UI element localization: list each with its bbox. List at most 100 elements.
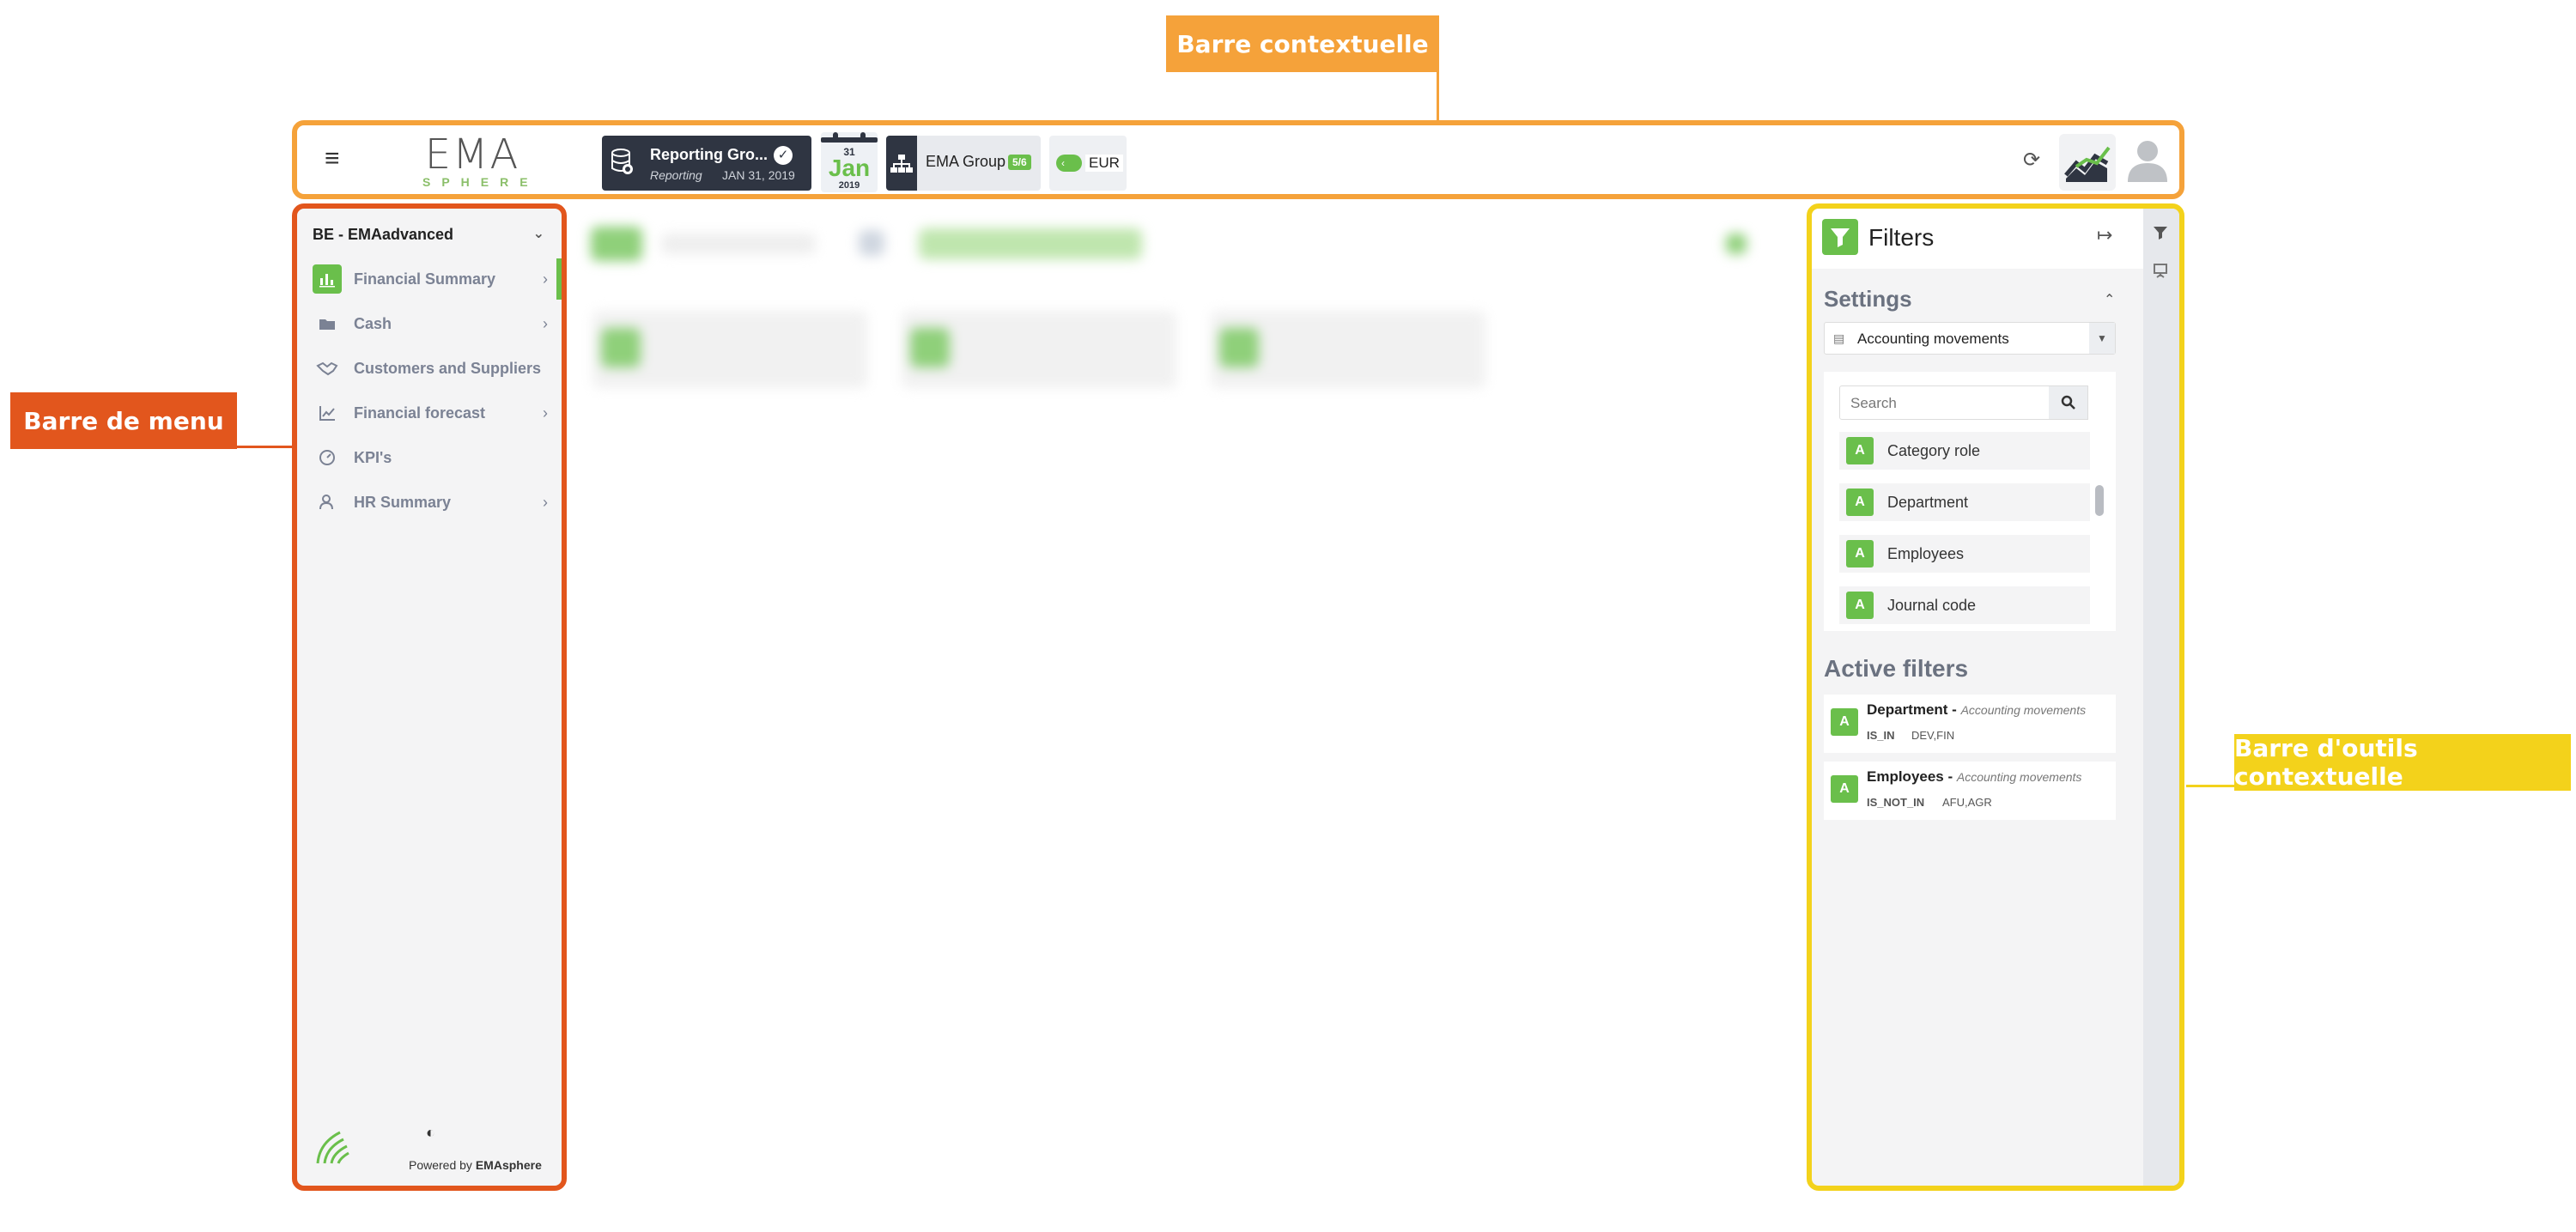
calendar-month: Jan [828, 155, 871, 181]
group-icon-box [886, 136, 917, 191]
menu-item-kpis[interactable]: KPI's [297, 437, 562, 478]
toolbar-strip [2143, 209, 2179, 1186]
gauge-icon [313, 443, 342, 472]
line-chart-icon [313, 398, 342, 428]
source-select-value: Accounting movements [1857, 331, 2009, 347]
chevron-right-icon: › [543, 314, 548, 332]
reporting-title: Reporting Gro... [650, 146, 768, 163]
currency-toggle-icon[interactable]: ‹ [1056, 155, 1082, 172]
callout-contextual-toolbar: Barre d'outils contextuelle [2234, 734, 2571, 791]
dropdown-arrow-icon: ▼ [2089, 323, 2115, 354]
company-name: BE - EMAadvanced [313, 226, 454, 243]
dimension-icon: A [1846, 592, 1874, 619]
menu-item-label: Financial forecast [354, 404, 486, 422]
dimension-icon: A [1831, 708, 1858, 736]
active-filter-name: Department - [1867, 701, 1957, 718]
source-select[interactable]: ▤ Accounting movements ▼ [1824, 322, 2116, 355]
search-icon [2061, 395, 2075, 410]
contextual-toolbar: Filters ↦ Settings ⌃ ▤ Accounting moveme… [1807, 203, 2184, 1191]
filters-title: Filters [1868, 224, 1935, 251]
menu-item-financial-forecast[interactable]: Financial forecast › [297, 392, 562, 434]
active-filter-title: Department - Accounting movements [1867, 701, 2086, 719]
dimension-item-journal-code[interactable]: A Journal code [1839, 586, 2090, 624]
search-button[interactable] [2049, 385, 2088, 420]
emasphere-logo[interactable]: EMA SPHERE [416, 134, 529, 189]
dimension-label: Department [1887, 493, 1969, 511]
date-picker[interactable]: 31 Jan 2019 [821, 132, 878, 192]
callout-menu-bar: Barre de menu [10, 392, 237, 449]
menu-item-hr-summary[interactable]: HR Summary › [297, 482, 562, 523]
menu-item-label: Customers and Suppliers [354, 359, 542, 377]
menu-bar: BE - EMAadvanced ⌄ Financial Summary › C… [292, 203, 567, 1191]
callout-connector-left [237, 446, 292, 448]
currency-label: EUR [1085, 155, 1123, 172]
hamburger-menu-icon[interactable]: ≡ [325, 144, 340, 173]
dimension-icon: A [1846, 437, 1874, 464]
logo-main-text: EMA [424, 130, 520, 179]
bar-chart-icon [313, 264, 342, 294]
dimension-label: Employees [1887, 544, 1965, 562]
filter-icon [1822, 219, 1858, 255]
active-filter-values: AFU,AGR [1942, 796, 1992, 809]
table-icon: ▤ [1833, 331, 1845, 345]
active-indicator [556, 258, 562, 300]
powered-by: Powered by EMAsphere [409, 1158, 542, 1172]
handshake-icon [313, 354, 342, 383]
menu-item-label: HR Summary [354, 493, 452, 511]
collapse-panel-icon[interactable]: ↦ [2097, 224, 2112, 246]
active-filter-department[interactable]: A Department - Accounting movements IS_I… [1824, 695, 2116, 753]
avatar[interactable] [2124, 136, 2171, 182]
chevron-right-icon: › [543, 404, 548, 422]
active-filter-source: Accounting movements [1960, 703, 2087, 717]
trend-chart-icon[interactable] [2059, 134, 2116, 191]
dimensions-panel: Search A Category role A Department A Em… [1824, 372, 2116, 631]
dimension-label: Journal code [1887, 596, 1977, 614]
emasphere-mark-icon [316, 1131, 349, 1164]
group-name: EMA Group [926, 153, 1006, 170]
dimension-item-employees[interactable]: A Employees [1839, 535, 2090, 573]
refresh-icon[interactable]: ⟳ [2023, 148, 2040, 173]
reporting-subtitle: Reporting [650, 168, 702, 182]
filter-icon[interactable] [2152, 224, 2169, 246]
menu-item-financial-summary[interactable]: Financial Summary › [297, 258, 562, 300]
calendar-ring [833, 132, 838, 143]
dimension-search-input[interactable]: Search [1839, 385, 2064, 420]
menu-item-customers-suppliers[interactable]: Customers and Suppliers [297, 348, 562, 389]
active-filter-title: Employees - Accounting movements [1867, 768, 2081, 786]
powered-brand: EMAsphere [475, 1158, 542, 1172]
dimension-icon: A [1831, 775, 1858, 803]
dimension-label: Category role [1887, 441, 1981, 459]
dimension-item-department[interactable]: A Department [1839, 483, 2090, 521]
reporting-selector[interactable]: Reporting Gro... Reporting JAN 31, 2019 … [602, 136, 811, 191]
active-filter-name: Employees - [1867, 768, 1953, 785]
chevron-up-icon[interactable]: ⌃ [2104, 291, 2115, 308]
reporting-date: JAN 31, 2019 [722, 168, 795, 182]
currency-selector[interactable]: ‹ EUR [1049, 136, 1127, 191]
dimension-icon: A [1846, 489, 1874, 516]
database-icon [611, 149, 633, 174]
callout-connector-top [1437, 72, 1439, 120]
menu-item-label: Financial Summary [354, 270, 496, 288]
menu-item-cash[interactable]: Cash › [297, 303, 562, 344]
group-selector[interactable]: EMA Group 5/6 [886, 136, 1041, 191]
company-selector[interactable]: BE - EMAadvanced ⌄ [313, 217, 553, 252]
active-filter-source: Accounting movements [1956, 770, 2082, 784]
group-count-badge: 5/6 [1008, 155, 1031, 170]
menu-item-label: Cash [354, 314, 392, 332]
main-workspace-blurred [584, 216, 1795, 388]
active-filter-operator: IS_IN [1867, 729, 1895, 742]
calendar-ring [860, 132, 866, 143]
active-filter-values: DEV,FIN [1911, 729, 1955, 742]
filters-header: Filters ↦ [1812, 209, 2143, 269]
calendar-year: 2019 [838, 180, 860, 191]
presentation-icon[interactable] [2152, 262, 2169, 284]
globe-icon[interactable]: ◐ [426, 1124, 435, 1142]
scrollbar[interactable] [2095, 485, 2104, 516]
folder-icon [313, 309, 342, 338]
callout-contextual-bar: Barre contextuelle [1166, 15, 1439, 72]
user-icon [313, 488, 342, 517]
calendar-bar [821, 137, 878, 143]
dimension-item-category-role[interactable]: A Category role [1839, 432, 2090, 470]
org-chart-icon [890, 155, 913, 173]
active-filter-employees[interactable]: A Employees - Accounting movements IS_NO… [1824, 762, 2116, 820]
